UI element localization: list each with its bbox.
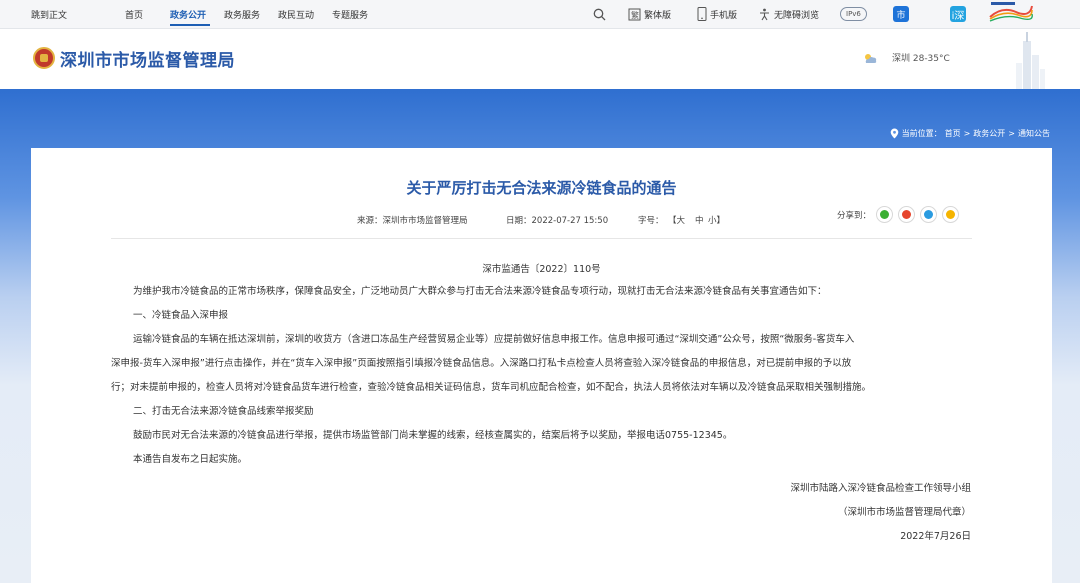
qq-icon: [924, 210, 934, 219]
meta-divider: [111, 238, 972, 239]
wechat-icon: [880, 210, 890, 219]
ipv6-badge[interactable]: IPv6: [840, 5, 867, 23]
font-size-large[interactable]: 【大: [668, 214, 685, 226]
breadcrumb-sep: >: [1008, 129, 1015, 138]
breadcrumb-home[interactable]: 首页: [945, 128, 961, 139]
top-bar: 跳到正文 首页 政务公开 政务服务 政民互动 专题服务 繁 繁体版 手机版 无障…: [0, 0, 1080, 29]
document-number: 深市监通告〔2022〕110号: [482, 264, 601, 275]
paragraph-effective: 本通告自发布之日起实施。: [133, 454, 248, 465]
weibo-icon: [902, 210, 912, 219]
skyline-illustration: [1016, 32, 1045, 89]
section-heading-2: 二、打击无合法来源冷链食品线索举报奖励: [133, 406, 314, 417]
article-source: 来源：深圳市市场监督管理局: [357, 216, 468, 226]
paragraph-intro: 为维护我市冷链食品的正常市场秩序，保障食品安全，广泛地动员广大群众参与打击无合法…: [133, 286, 827, 297]
traditional-label: 繁体版: [644, 10, 672, 21]
ipv6-label: IPv6: [840, 7, 867, 21]
accessibility-button[interactable]: 无障碍浏览: [758, 5, 819, 23]
weather-text: 深圳 28-35°C: [892, 54, 950, 64]
traditional-icon: 繁: [628, 8, 641, 20]
signature-issuer: 深圳市陆路入深冷链食品检查工作领导小组: [790, 483, 971, 494]
article-title: 关于严厉打击无合法来源冷链食品的通告: [406, 179, 677, 197]
signature-date: 2022年7月26日: [900, 531, 971, 542]
shenzhen-logo[interactable]: [988, 2, 1034, 22]
paragraph-line: 运输冷链食品的车辆在抵达深圳前，深圳的收货方（含进口冻品生产经营贸易企业等）应提…: [133, 334, 855, 345]
breadcrumb: 当前位置： 首页 > 政务公开 > 通知公告: [890, 128, 1050, 139]
traditional-button[interactable]: 繁 繁体版: [628, 5, 671, 23]
paragraph-line: 深申报-货车入深申报”进行点击操作，并在“货车入深申报”页面按照指引填报冷链食品…: [111, 358, 852, 369]
breadcrumb-notices[interactable]: 通知公告: [1018, 128, 1050, 139]
shenzhen-logo-icon: [989, 2, 1033, 22]
share-wechat-button[interactable]: [876, 206, 894, 223]
font-size-small[interactable]: 小】: [708, 214, 725, 226]
location-icon: [890, 128, 898, 139]
app-ishen-button[interactable]: i深: [950, 5, 966, 23]
city-app-icon: 市: [893, 6, 909, 22]
share-qzone-button[interactable]: [942, 206, 960, 223]
search-button[interactable]: [593, 5, 606, 23]
agency-name[interactable]: 深圳市市场监督管理局: [60, 46, 235, 71]
app-city-button[interactable]: 市: [893, 5, 909, 23]
national-emblem-icon: [33, 47, 55, 69]
share-label: 分享到：: [837, 210, 872, 221]
accessibility-icon: [760, 8, 769, 20]
section-heading-1: 一、冷链食品入深申报: [133, 310, 229, 321]
share-weibo-button[interactable]: [898, 206, 916, 223]
share-qq-button[interactable]: [920, 206, 938, 223]
ishen-app-icon: i深: [950, 6, 966, 22]
paragraph-reward: 鼓励市民对无合法来源的冷链食品进行举报，提供市场监管部门尚未掌握的线索，经核查属…: [133, 430, 733, 441]
mobile-label: 手机版: [710, 10, 738, 21]
search-icon: [593, 8, 606, 20]
article-date: 日期：2022-07-27 15:50: [506, 216, 609, 226]
breadcrumb-label: 当前位置：: [901, 129, 942, 138]
paragraph-line: 行；对未提前申报的，检查人员将对冷链食品货车进行检查，查验冷链食品相关证码信息，…: [111, 382, 872, 393]
mobile-icon: [697, 7, 707, 21]
signature-seal: （深圳市市场监督管理局代章）: [837, 507, 971, 518]
breadcrumb-gov-open[interactable]: 政务公开: [973, 128, 1005, 139]
svg-text:繁: 繁: [631, 10, 639, 20]
mobile-button[interactable]: 手机版: [697, 5, 737, 23]
font-size-label: 字号：: [638, 216, 664, 226]
share-bar: 分享到：: [837, 206, 960, 223]
breadcrumb-sep: >: [963, 129, 971, 138]
site-header: 深圳市市场监督管理局 深圳 28-35°C: [0, 29, 1080, 89]
weather-icon: [865, 53, 877, 63]
weather-widget: 深圳 28-35°C: [862, 51, 950, 64]
font-size-medium[interactable]: 中: [695, 214, 704, 226]
accessibility-label: 无障碍浏览: [774, 10, 820, 21]
article-card: 关于严厉打击无合法来源冷链食品的通告 来源：深圳市市场监督管理局 日期：2022…: [31, 148, 1052, 588]
qzone-icon: [946, 210, 956, 219]
